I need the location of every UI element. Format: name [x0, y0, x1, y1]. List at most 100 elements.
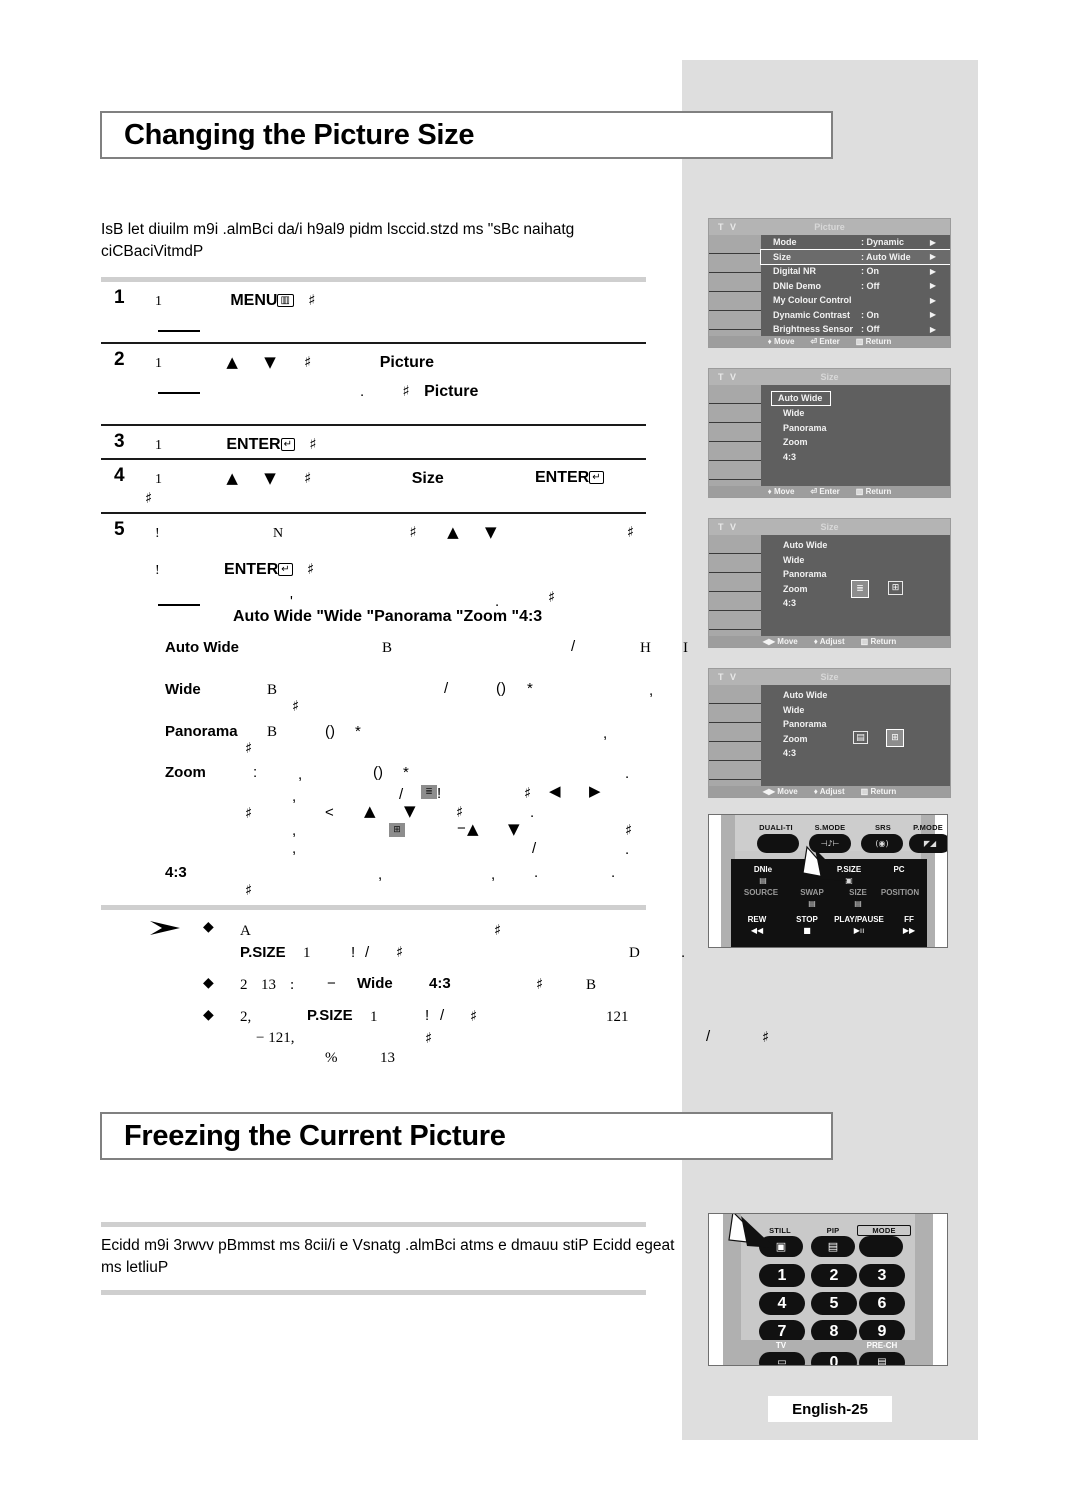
- zoom-position-glyph: ⊞: [393, 825, 401, 835]
- osd-item-wide[interactable]: Wide: [761, 553, 950, 568]
- osd-row-label: Size: [773, 251, 792, 262]
- osd-row-my-colour-control[interactable]: My Colour Control ▶: [761, 293, 950, 308]
- page-title: Changing the Picture Size: [124, 118, 475, 151]
- zoom-size-icon[interactable]: ≣: [851, 580, 869, 598]
- remote-button-pip[interactable]: ▤: [811, 1236, 855, 1257]
- step-5-row: ! N ♯ ▲ ▼ ♯: [155, 523, 634, 542]
- step-2-subrow: . ♯ Picture: [360, 382, 478, 401]
- frag: ,: [292, 822, 297, 839]
- osd-item-label: Wide: [783, 408, 805, 419]
- zoom-position-icon[interactable]: ⊞: [886, 729, 904, 747]
- osd-hint-return: ▥ Return: [860, 637, 897, 646]
- key-enter-label: ENTER: [535, 469, 590, 486]
- step-2-sub-keyword: Picture: [424, 383, 479, 400]
- step-4-enter: ENTER ↵: [535, 469, 604, 487]
- remote-key-4[interactable]: 4: [759, 1292, 805, 1315]
- zoom-size-glyph: ≣: [425, 787, 433, 797]
- osd-footer: ♦ Move ⏎ Enter ▥ Return: [709, 336, 950, 347]
- osd-row-mode[interactable]: Mode : Dynamic ▶: [761, 235, 950, 250]
- chevron-right-icon: ▶: [929, 266, 936, 276]
- osd-titlebar: T V Picture: [709, 219, 950, 235]
- osd-item-label: Panorama: [783, 422, 827, 433]
- osd-item-43[interactable]: 4:3: [761, 746, 950, 761]
- callout-pointer-icon: [802, 845, 847, 881]
- remote-button-dual[interactable]: [757, 834, 799, 853]
- remote-key-2[interactable]: 2: [811, 1264, 857, 1287]
- osd-item-auto-wide[interactable]: Auto Wide: [771, 390, 832, 406]
- remote-label-ff: FF: [904, 915, 914, 924]
- osd-menu-list: Auto Wide Wide Panorama Zoom 4:3 ▤ ⊞: [761, 685, 950, 787]
- osd-row-digital-nr[interactable]: Digital NR : On ▶: [761, 264, 950, 279]
- remote-key-1[interactable]: 1: [759, 1264, 805, 1287]
- note-3-frag: ♯: [470, 1007, 478, 1025]
- remote-key-6[interactable]: 6: [859, 1292, 905, 1315]
- step-1-marker: 1: [155, 294, 162, 309]
- chevron-right-icon: ▶: [929, 237, 936, 247]
- osd-row-label: DNIe Demo: [773, 280, 822, 291]
- ff-icon[interactable]: ▶▶: [889, 926, 929, 935]
- osd-side-tabs: [709, 535, 761, 637]
- osd-row-dnie-demo[interactable]: DNIe Demo : Off ▶: [761, 279, 950, 294]
- remote-button-pmode[interactable]: ◤◢: [909, 834, 947, 853]
- frag: .: [611, 864, 616, 881]
- osd-row-size[interactable]: Size : Auto Wide ▶: [760, 248, 950, 265]
- option-header-mark3: ♯: [548, 588, 556, 606]
- remote-button-srs[interactable]: (◉): [861, 834, 903, 853]
- remote-button-tv[interactable]: ▭: [759, 1352, 805, 1365]
- osd-row-dynamic-contrast[interactable]: Dynamic Contrast : On ▶: [761, 308, 950, 323]
- stop-icon[interactable]: ■: [783, 926, 831, 935]
- menu-key-icon: ▥: [277, 294, 294, 307]
- note-2-frag: 2: [240, 977, 248, 993]
- remote-key-3[interactable]: 3: [859, 1264, 905, 1287]
- osd-row-label: Brightness Sensor: [773, 324, 854, 335]
- remote-label-playpause: PLAY/PAUSE: [834, 915, 884, 924]
- osd-row-value: : Off: [861, 324, 880, 335]
- zoom-position-icon[interactable]: ⊞: [888, 581, 903, 595]
- remote-label-source: SOURCE: [743, 888, 779, 897]
- osd-item-auto-wide[interactable]: Auto Wide: [761, 538, 950, 553]
- srs-icon: (◉): [875, 839, 889, 848]
- key-psize-label: P.SIZE: [240, 944, 286, 961]
- remote-button-prech[interactable]: ▤: [859, 1352, 905, 1366]
- enter-key-icon: ↵: [589, 471, 604, 484]
- osd-hint-return: ▥ Return: [855, 337, 892, 346]
- zoom-size-icon[interactable]: ▤: [853, 731, 868, 744]
- frag: ,: [491, 866, 496, 883]
- osd-item-zoom[interactable]: Zoom: [761, 435, 950, 450]
- zoom-size-glyph: ▤: [856, 732, 865, 743]
- frag: /: [399, 786, 404, 803]
- size-icon[interactable]: ▤: [833, 899, 883, 908]
- remote-label-smode: S.MODE: [814, 823, 846, 832]
- note-3-frag: 13: [380, 1050, 395, 1066]
- remote-label-stop: STOP: [796, 915, 818, 924]
- osd-item-panorama[interactable]: Panorama: [761, 421, 950, 436]
- osd-item-wide[interactable]: Wide: [761, 703, 950, 718]
- swap-icon[interactable]: ▤: [787, 899, 837, 908]
- key-enter-label: ENTER: [226, 436, 281, 453]
- step-number-4: 4: [114, 465, 125, 486]
- page-number-badge: English-25: [768, 1396, 892, 1422]
- osd-row-brightness-sensor[interactable]: Brightness Sensor : Off ▶: [761, 322, 950, 337]
- osd-side-tabs: [709, 385, 761, 487]
- frag: ♯: [292, 697, 300, 715]
- osd-item-auto-wide[interactable]: Auto Wide: [761, 688, 950, 703]
- remote-label-pip: PIP: [826, 1226, 840, 1235]
- remote-button-mode[interactable]: [859, 1236, 903, 1257]
- step-1-trail: ♯: [308, 291, 316, 309]
- note-2-frag: 13: [261, 977, 276, 993]
- frag: /: [444, 680, 449, 697]
- osd-size-menu-zoom-position: T V Size Auto Wide Wide Panorama Zoom 4:…: [708, 668, 951, 798]
- osd-item-panorama[interactable]: Panorama: [761, 717, 950, 732]
- prech-icon: ▤: [877, 1357, 887, 1366]
- frag: *: [355, 723, 361, 740]
- step-4-marker: 1: [155, 472, 162, 487]
- playpause-icon[interactable]: ▶ıı: [827, 926, 891, 935]
- remote-key-0[interactable]: 0: [811, 1352, 857, 1365]
- osd-item-wide[interactable]: Wide: [761, 406, 950, 421]
- rew-icon[interactable]: ◀◀: [731, 926, 783, 935]
- remote-key-5[interactable]: 5: [811, 1292, 857, 1315]
- osd-item-43[interactable]: 4:3: [761, 450, 950, 465]
- osd-item-43[interactable]: 4:3: [761, 596, 950, 611]
- note-2-frag: −: [327, 975, 336, 992]
- dnie-icon[interactable]: ▤: [735, 876, 791, 885]
